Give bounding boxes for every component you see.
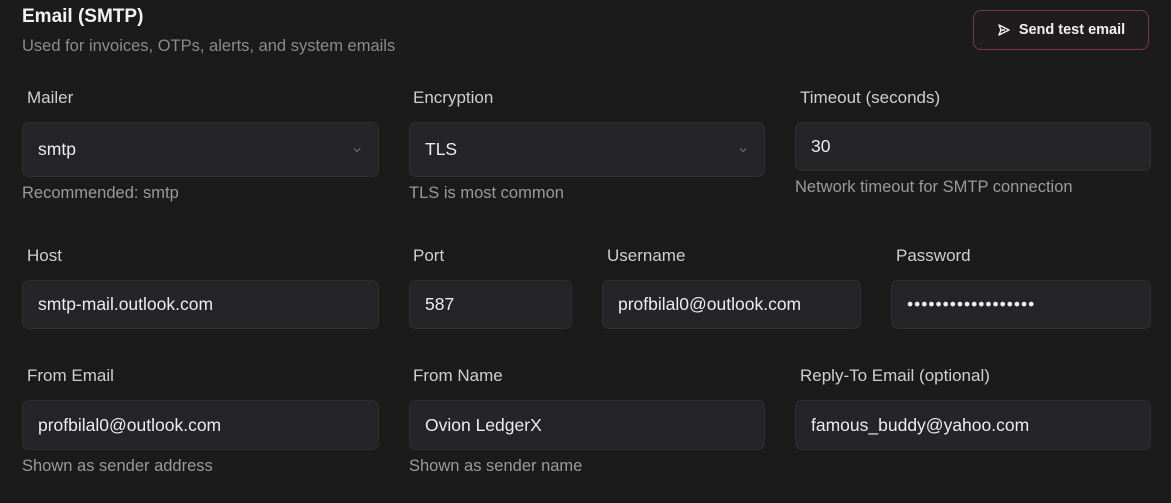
section-subtitle: Used for invoices, OTPs, alerts, and sys… bbox=[22, 37, 396, 55]
send-icon bbox=[997, 23, 1011, 37]
port-input[interactable] bbox=[425, 294, 556, 315]
mailer-label: Mailer bbox=[27, 88, 74, 107]
reply-to-input[interactable] bbox=[811, 414, 1135, 436]
from-email-field[interactable] bbox=[22, 400, 379, 450]
from-email-label: From Email bbox=[27, 366, 114, 385]
encryption-value: TLS bbox=[425, 139, 458, 159]
from-name-field[interactable] bbox=[409, 400, 765, 450]
host-field[interactable] bbox=[22, 280, 379, 329]
reply-to-label: Reply-To Email (optional) bbox=[800, 366, 990, 385]
password-label: Password bbox=[896, 246, 971, 265]
host-input[interactable] bbox=[38, 294, 363, 315]
reply-to-field[interactable] bbox=[795, 400, 1151, 450]
password-input[interactable] bbox=[907, 294, 1135, 315]
from-name-hint: Shown as sender name bbox=[409, 457, 583, 475]
encryption-hint: TLS is most common bbox=[409, 184, 564, 202]
host-label: Host bbox=[27, 246, 62, 265]
send-test-email-button[interactable]: Send test email bbox=[973, 10, 1149, 50]
mailer-hint: Recommended: smtp bbox=[22, 184, 179, 202]
send-test-email-label: Send test email bbox=[1018, 22, 1126, 38]
encryption-select[interactable]: TLS bbox=[409, 122, 765, 177]
from-name-label: From Name bbox=[413, 366, 503, 385]
port-label: Port bbox=[413, 246, 445, 265]
timeout-field[interactable] bbox=[795, 122, 1151, 171]
encryption-label: Encryption bbox=[413, 88, 494, 107]
from-name-input[interactable] bbox=[425, 414, 749, 436]
timeout-label: Timeout (seconds) bbox=[800, 88, 941, 107]
username-label: Username bbox=[607, 246, 686, 265]
from-email-input[interactable] bbox=[38, 414, 363, 436]
password-field[interactable] bbox=[891, 280, 1151, 329]
chevron-down-icon bbox=[351, 144, 363, 156]
mailer-select[interactable]: smtp bbox=[22, 122, 379, 177]
port-field[interactable] bbox=[409, 280, 572, 329]
timeout-input[interactable] bbox=[811, 136, 1135, 157]
chevron-down-icon bbox=[737, 144, 749, 156]
mailer-value: smtp bbox=[38, 139, 76, 159]
username-input[interactable] bbox=[618, 294, 845, 315]
timeout-hint: Network timeout for SMTP connection bbox=[795, 178, 1073, 196]
from-email-hint: Shown as sender address bbox=[22, 457, 213, 475]
username-field[interactable] bbox=[602, 280, 861, 329]
section-title: Email (SMTP) bbox=[22, 6, 144, 27]
